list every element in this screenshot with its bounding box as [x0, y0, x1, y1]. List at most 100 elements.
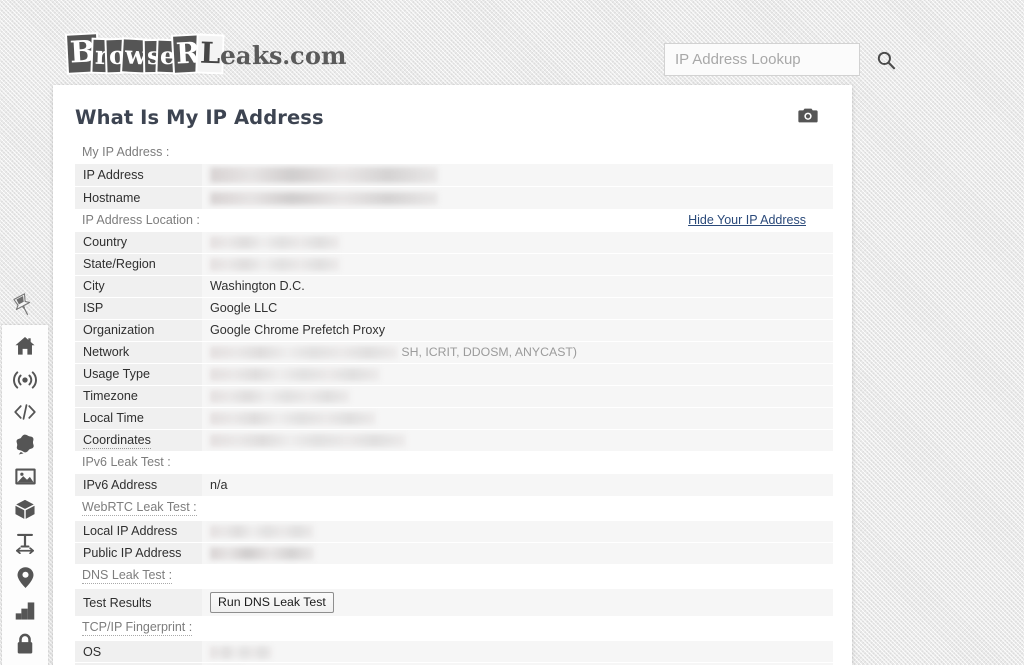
section-header: WebRTC Leak Test : — [75, 496, 830, 520]
row-label: Coordinates — [75, 428, 202, 451]
site-logo[interactable]: BrowseRLeaks.com — [67, 14, 346, 73]
redacted-value — [210, 191, 438, 205]
section-title: TCP/IP Fingerprint : — [82, 620, 193, 636]
section-header: TCP/IP Fingerprint : — [75, 616, 830, 640]
sidebar-item-home[interactable] — [2, 335, 48, 357]
report-table: Local IP Address Public IP Address — [75, 519, 833, 564]
content-panel: What Is My IP Address My IP Address : IP … — [53, 85, 852, 665]
value-text: n/a — [210, 477, 228, 492]
row-label: IP Address — [75, 163, 202, 187]
section-title: DNS Leak Test : — [82, 568, 173, 584]
row-label: Timezone — [75, 384, 202, 407]
value-text: Google LLC — [210, 301, 278, 315]
row-value: Washington D.C. — [202, 274, 833, 297]
redacted-value — [210, 547, 314, 561]
row-value: n/a — [202, 473, 833, 496]
value-text: Washington D.C. — [210, 279, 305, 293]
row-label: Hostname — [75, 186, 202, 209]
table-row: Test Results Run DNS Leak Test — [75, 588, 833, 616]
hide-ip-link[interactable]: Hide Your IP Address — [688, 213, 830, 227]
sidebar-item-flash[interactable] — [2, 433, 48, 455]
row-value — [202, 428, 833, 451]
row-label: IPv6 Address — [75, 473, 202, 496]
table-row: Local Time — [75, 406, 833, 429]
search-input[interactable] — [673, 44, 876, 75]
row-value — [202, 252, 833, 275]
redacted-value — [210, 645, 272, 659]
sidebar-item-webgl[interactable] — [2, 498, 48, 520]
row-value — [202, 519, 833, 542]
row-label: Country — [75, 230, 202, 253]
section-header: DNS Leak Test : — [75, 564, 830, 588]
table-row: IPv6 Address n/a — [75, 473, 833, 496]
table-row: City Washington D.C. — [75, 274, 833, 297]
row-value — [202, 406, 833, 429]
redacted-value — [210, 368, 380, 382]
redacted-value — [210, 412, 376, 426]
value-tail-text: SH, ICRIT, DDOSM, ANYCAST) — [398, 344, 578, 359]
row-value — [202, 186, 833, 209]
section-header: My IP Address : — [75, 141, 830, 163]
redacted-value — [210, 346, 398, 360]
row-value: Google Chrome Prefetch Proxy — [202, 318, 833, 341]
row-value — [202, 362, 833, 385]
page-title: What Is My IP Address — [75, 106, 324, 129]
row-value — [202, 640, 833, 663]
flash-blob-icon — [14, 433, 36, 455]
font-metrics-icon — [14, 532, 36, 554]
bar-steps-icon — [14, 601, 36, 621]
cube-icon — [14, 498, 36, 520]
row-label-text: Coordinates — [83, 433, 151, 450]
camera-icon[interactable] — [798, 107, 818, 129]
image-icon — [14, 467, 37, 486]
redacted-value — [210, 258, 340, 272]
report-table: Country State/Region City Washington D.C. IS… — [75, 230, 833, 451]
sidebar-item-geolocation[interactable] — [2, 566, 48, 589]
report-table: Test Results Run DNS Leak Test — [75, 588, 833, 616]
table-row: Network SH, ICRIT, DDOSM, ANYCAST) — [75, 340, 833, 363]
ip-lookup-searchbox[interactable] — [664, 43, 896, 76]
table-row: Hostname — [75, 186, 833, 209]
table-row: OS — [75, 640, 833, 663]
section-title: My IP Address : — [82, 145, 170, 159]
sidebar-item-features[interactable] — [2, 601, 48, 621]
value-text: Google Chrome Prefetch Proxy — [210, 323, 385, 337]
sidebar-item-ip-address[interactable] — [2, 369, 48, 391]
section-title: IP Address Location : — [82, 212, 200, 227]
sidebar-item-font-fingerprint[interactable] — [2, 532, 48, 554]
table-row: Public IP Address — [75, 541, 833, 564]
table-row: Country — [75, 230, 833, 253]
row-label: ISP — [75, 296, 202, 319]
table-row: Coordinates — [75, 428, 833, 451]
section-title: IPv6 Leak Test : — [82, 455, 171, 469]
row-value: Run DNS Leak Test — [202, 588, 833, 616]
table-row: Local IP Address — [75, 519, 833, 542]
report-table: OSMTU — [75, 640, 833, 665]
row-label: Usage Type — [75, 362, 202, 385]
table-row: Usage Type — [75, 362, 833, 385]
row-value — [202, 384, 833, 407]
table-row: Timezone — [75, 384, 833, 407]
row-label: City — [75, 274, 202, 297]
search-icon[interactable] — [876, 50, 896, 70]
row-value — [202, 163, 833, 187]
section-title: WebRTC Leak Test : — [82, 499, 197, 516]
report-table: IP Address Hostname — [75, 163, 833, 209]
sidebar-item-javascript[interactable] — [2, 403, 48, 421]
row-value — [202, 230, 833, 253]
table-row: State/Region — [75, 252, 833, 275]
code-icon — [13, 403, 37, 421]
sidebar-item-ssl-tls[interactable] — [2, 633, 48, 655]
section-header: IP Address Location : Hide Your IP Addres… — [75, 209, 830, 231]
home-icon — [14, 335, 36, 357]
run-dns-leak-test-button[interactable]: Run DNS Leak Test — [210, 592, 334, 613]
sidebar-item-canvas[interactable] — [2, 467, 48, 486]
redacted-value — [210, 390, 350, 404]
ip-report: My IP Address : IP Address Hostname IP Addr… — [75, 141, 833, 665]
row-label: Organization — [75, 318, 202, 341]
row-value: SH, ICRIT, DDOSM, ANYCAST) — [202, 340, 833, 363]
pushpin-icon[interactable] — [8, 292, 38, 322]
table-row: ISP Google LLC — [75, 296, 833, 319]
left-sidebar — [2, 325, 48, 665]
row-label: Public IP Address — [75, 541, 202, 564]
